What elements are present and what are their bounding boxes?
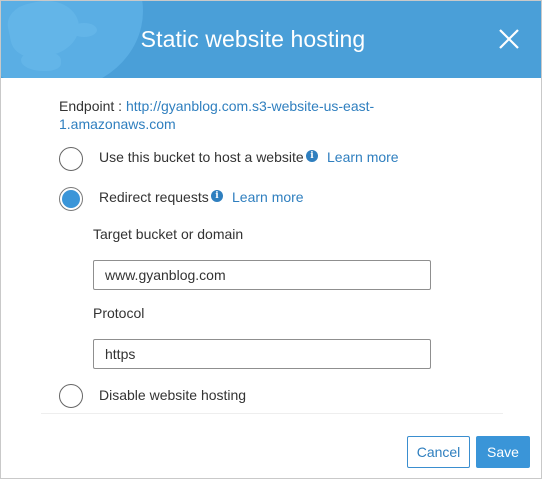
static-website-hosting-dialog: Static website hosting Endpoint : http:/… [0,0,542,479]
info-icon[interactable]: i [306,150,318,162]
protocol-label: Protocol [93,305,145,321]
radio-redirect-requests[interactable] [59,187,83,211]
save-button[interactable]: Save [476,436,530,468]
redirect-requests-label: Redirect requests [99,189,209,205]
dialog-header: Static website hosting [1,1,541,78]
globe-land [21,51,61,71]
target-bucket-label: Target bucket or domain [93,226,244,242]
close-icon[interactable] [495,25,523,53]
radio-disable-hosting[interactable] [59,384,83,408]
info-icon[interactable]: i [211,190,223,202]
protocol-input[interactable]: https [93,339,431,369]
cancel-button[interactable]: Cancel [407,436,470,468]
learn-more-link-redirect[interactable]: Learn more [232,189,304,205]
endpoint-label: Endpoint : [59,98,123,114]
footer-divider [41,413,503,414]
radio-host-website[interactable] [59,147,83,171]
host-website-label: Use this bucket to host a website [99,149,304,165]
target-bucket-input[interactable]: www.gyanblog.com [93,260,431,290]
learn-more-link-host[interactable]: Learn more [327,149,399,165]
disable-hosting-label: Disable website hosting [99,387,247,403]
endpoint: Endpoint : http://gyanblog.com.s3-websit… [59,97,399,133]
dialog-title: Static website hosting [140,26,366,52]
